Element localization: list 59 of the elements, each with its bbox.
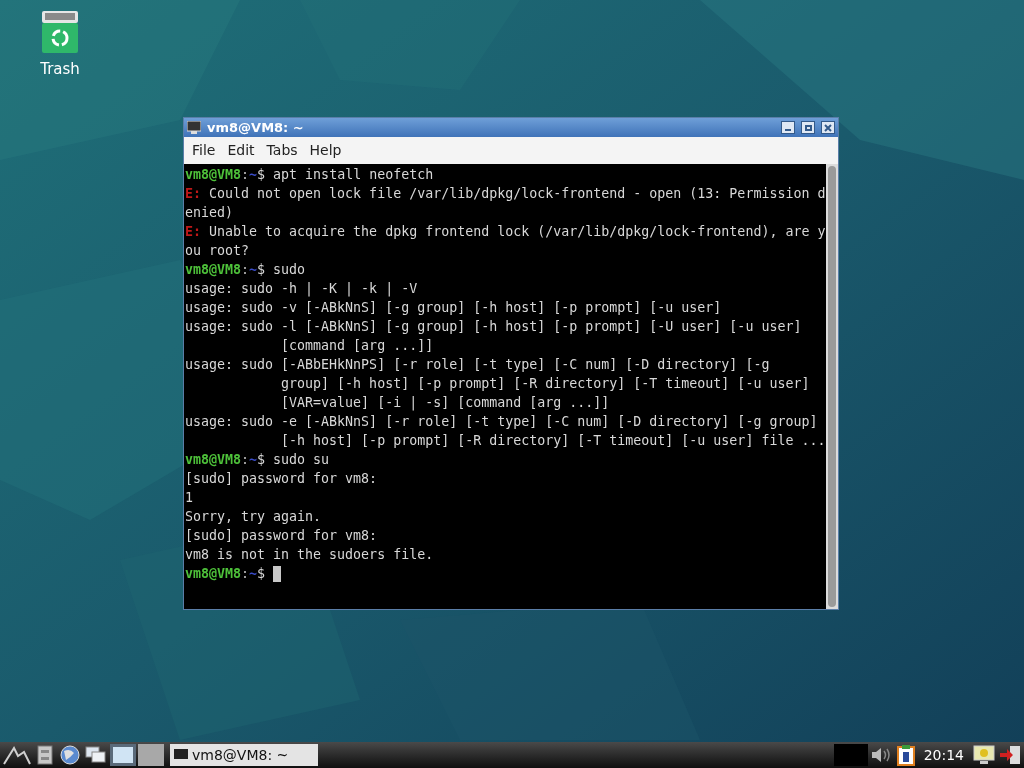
clock[interactable]: 20:14 [917,744,970,766]
menu-item[interactable]: Tabs [260,138,304,163]
logout-icon[interactable] [998,744,1022,766]
prompt-directory: ~ [249,451,258,469]
desktop-pager[interactable] [110,744,136,766]
tray-area [833,744,868,766]
output-line: group] [-h host] [-p prompt] [-R directory] [-T timeout] [-u user] [280,376,810,391]
command-text: $ sudo su [257,451,330,469]
output-line: Unable to acquire the dpkg frontend lock (/var/lib/dpkg/lock-frontend), are y [209,223,826,241]
output-line: usage: sudo -v [-ABkNnS] [-g group] [-h host] [-p prompt] [-u user] [185,300,722,315]
output-line: [VAR=value] [-i | -s] [command [arg ...]] [280,395,610,410]
prompt-host: vm8@VM8 [185,166,242,184]
command-text: $ [257,565,266,583]
command-text: $ apt install neofetch [257,166,434,184]
output-line: [-h host] [-p prompt] [-R directory] [-T timeout] [-u user] file ... [280,433,826,448]
output-line: usage: sudo -h | -K | -k | -V [185,281,418,296]
output-line: Sorry, try again. [185,509,322,524]
maximize-button[interactable] [801,121,815,134]
output-line: vm8 is not in the sudoers file. [185,547,434,562]
menu-item[interactable]: File [186,138,222,163]
output-line: Could not open lock file /var/lib/dpkg/lock-frontend - open (13: Permission d [209,185,826,203]
output-line: [command [arg ...]] [280,338,434,353]
error-tag: E: [185,184,201,203]
prompt-directory: ~ [249,565,258,583]
terminal-icon [174,749,188,761]
window-title: vm8@VM8: ~ [207,118,305,137]
desktop-icon-label[interactable]: Trash [40,58,80,81]
clipboard-icon[interactable] [895,744,916,766]
output-line: [sudo] password for vm8: [185,471,378,486]
menu-item[interactable]: Help [303,138,348,163]
start-menu-icon[interactable] [2,744,32,766]
prompt-host: vm8@VM8 [185,565,242,583]
file-cabinet-icon[interactable] [34,744,56,766]
windows-icon[interactable] [84,744,108,766]
prompt-directory: ~ [249,261,258,279]
prompt-separator: : [241,261,250,279]
output-line: usage: sudo -l [-ABkNnS] [-g group] [-h host] [-p prompt] [-U user] [-u user] [185,319,802,334]
prompt-directory: ~ [249,166,258,184]
output-line: enied) [185,205,234,220]
command-text: $ sudo [257,261,306,279]
output-line: 1 [185,490,193,505]
error-tag: E: [185,222,201,241]
terminal-icon [187,121,201,134]
output-line: [sudo] password for vm8: [185,528,378,543]
output-line: usage: sudo -e [-ABkNnS] [-r role] [-t type] [-C num] [-D directory] [-g group] [185,414,818,429]
globe-icon[interactable] [58,744,82,766]
output-line: usage: sudo [-ABbEHkNnPS] [-r role] [-t type] [-C num] [-D directory] [-g [185,357,770,372]
prompt-separator: : [241,166,250,184]
prompt-host: vm8@VM8 [185,451,242,469]
menu-item[interactable]: Edit [221,138,261,163]
prompt-separator: : [241,451,250,469]
prompt-host: vm8@VM8 [185,261,242,279]
minimize-button[interactable] [781,121,795,134]
prompt-separator: : [241,565,250,583]
monitor-icon[interactable] [972,744,996,766]
trash-icon[interactable] [41,10,79,54]
taskbar-button[interactable]: vm8@VM8: ~ [170,744,318,766]
close-button[interactable] [821,121,835,134]
output-line: ou root? [185,243,250,258]
